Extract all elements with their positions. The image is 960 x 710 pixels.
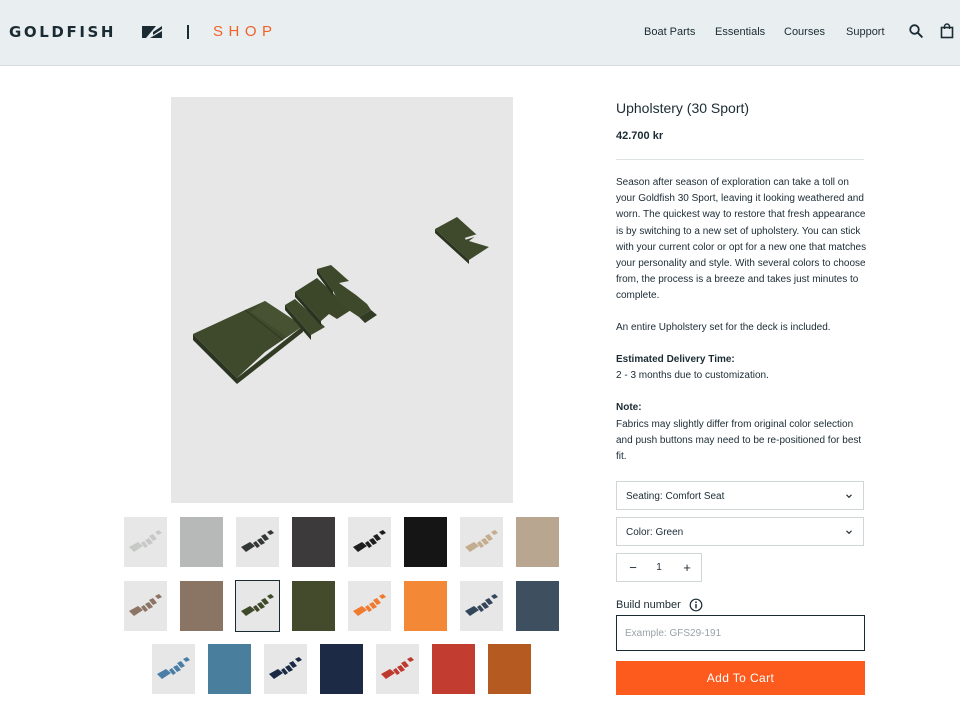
thumbnail-set[interactable] xyxy=(152,644,195,694)
product-main-image[interactable] xyxy=(171,97,513,503)
thumbnail-set[interactable] xyxy=(124,581,167,631)
thumbnail-swatch[interactable] xyxy=(404,581,447,631)
upholstery-set-mini xyxy=(465,594,498,616)
thumbnail-set[interactable] xyxy=(348,581,391,631)
thumbnail-swatch[interactable] xyxy=(516,581,559,631)
nav-boat-parts[interactable]: Boat Parts xyxy=(644,26,695,39)
upholstery-set-mini xyxy=(129,530,162,552)
search-icon[interactable] xyxy=(908,23,924,39)
chevron-down-icon xyxy=(846,494,852,499)
thumbnail-set[interactable] xyxy=(348,517,391,567)
upholstery-set-mini xyxy=(269,657,302,679)
delivery-heading: Estimated Delivery Time: xyxy=(616,354,735,365)
site-header: GOLDFISH SHOP Boat Parts Essentials Cour… xyxy=(0,0,960,66)
quantity-increase-button[interactable]: + xyxy=(673,554,701,581)
upholstery-set-mini xyxy=(241,530,274,552)
thumbnail-swatch[interactable] xyxy=(180,517,223,567)
color-select[interactable]: Color: Green xyxy=(616,517,864,546)
thumbnail-swatch[interactable] xyxy=(292,581,335,631)
thumbnail-set[interactable] xyxy=(124,517,167,567)
thumbnail-swatch[interactable] xyxy=(516,517,559,567)
upholstery-set-mini xyxy=(381,657,414,679)
header-divider xyxy=(187,25,189,39)
add-to-cart-button[interactable]: Add To Cart xyxy=(616,661,865,695)
build-number-input[interactable] xyxy=(616,615,865,651)
upholstery-set-mini xyxy=(129,594,162,616)
upholstery-set-mini xyxy=(465,530,498,552)
thumbnail-swatch[interactable] xyxy=(320,644,363,694)
thumbnail-set[interactable] xyxy=(235,580,280,632)
thumbnail-swatch[interactable] xyxy=(208,644,251,694)
thumbnail-swatch[interactable] xyxy=(488,644,531,694)
nav-support[interactable]: Support xyxy=(846,26,885,39)
product-description: Season after season of exploration can t… xyxy=(616,177,867,302)
thumbnail-swatch[interactable] xyxy=(404,517,447,567)
build-number-label: Build number xyxy=(616,599,681,611)
upholstery-set-mini xyxy=(353,594,386,616)
shop-label[interactable]: SHOP xyxy=(213,23,278,41)
quantity-stepper: − 1 + xyxy=(616,553,702,582)
upholstery-set-mini xyxy=(241,594,274,616)
product-price: 42.700 kr xyxy=(616,130,664,142)
upholstery-set-mini xyxy=(353,530,386,552)
thumbnail-swatch[interactable] xyxy=(292,517,335,567)
chevron-down-icon xyxy=(846,530,852,535)
shopping-bag-icon[interactable] xyxy=(939,23,955,39)
thumbnail-set[interactable] xyxy=(264,644,307,694)
included-text: An entire Upholstery set for the deck is… xyxy=(616,322,831,333)
nav-courses[interactable]: Courses xyxy=(784,26,825,39)
thumbnail-set[interactable] xyxy=(376,644,419,694)
delivery-text: 2 - 3 months due to customization. xyxy=(616,370,769,381)
thumbnail-set[interactable] xyxy=(236,517,279,567)
info-divider xyxy=(616,159,864,160)
upholstery-set-mini xyxy=(157,657,190,679)
thumbnail-swatch[interactable] xyxy=(432,644,475,694)
thumbnail-swatch[interactable] xyxy=(180,581,223,631)
upholstery-set-render xyxy=(193,217,489,384)
product-title: Upholstery (30 Sport) xyxy=(616,100,750,116)
thumbnail-set[interactable] xyxy=(460,581,503,631)
thumbnail-set[interactable] xyxy=(460,517,503,567)
goldfish-logo[interactable]: GOLDFISH xyxy=(9,24,116,40)
note-heading: Note: xyxy=(616,402,642,413)
info-icon[interactable] xyxy=(689,598,703,612)
seating-select[interactable]: Seating: Comfort Seat xyxy=(616,481,864,510)
goldfish-logo-icon[interactable] xyxy=(141,23,163,41)
nav-essentials[interactable]: Essentials xyxy=(715,26,765,39)
quantity-value[interactable]: 1 xyxy=(645,554,673,581)
quantity-decrease-button[interactable]: − xyxy=(619,554,647,581)
color-select-label: Color: Green xyxy=(626,527,684,538)
note-text: Fabrics may slightly differ from origina… xyxy=(616,419,862,463)
seating-select-label: Seating: Comfort Seat xyxy=(626,491,725,502)
